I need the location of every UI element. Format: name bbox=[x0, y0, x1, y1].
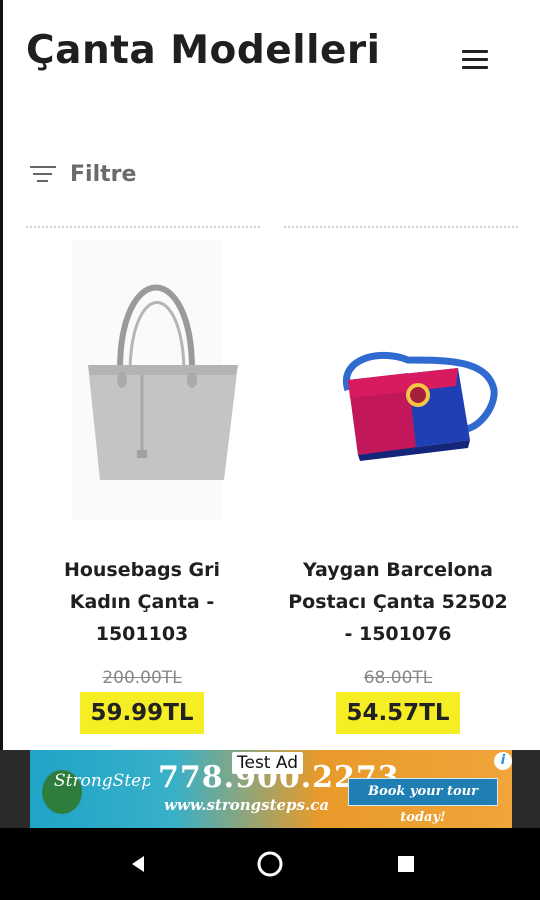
old-price: 68.00TL bbox=[363, 668, 433, 688]
product-name[interactable]: Yaygan Barcelona Postacı Çanta 52502 - 1… bbox=[278, 554, 518, 650]
recents-icon[interactable] bbox=[390, 848, 422, 880]
filter-button[interactable]: Filtre bbox=[30, 156, 136, 192]
price-badge: 54.57TL bbox=[336, 692, 460, 734]
system-navbar bbox=[0, 828, 540, 900]
product-card[interactable]: Housebags Gri Kadın Çanta - 1501103 200.… bbox=[22, 240, 262, 734]
app-header: Çanta Modelleri bbox=[0, 0, 540, 120]
gray-tote-bag-image[interactable] bbox=[42, 240, 242, 520]
svg-text:StrongSteps: StrongSteps bbox=[54, 771, 150, 791]
old-price: 200.00TL bbox=[102, 668, 182, 688]
ad-choices-icon[interactable]: i bbox=[494, 752, 512, 770]
divider bbox=[26, 226, 260, 228]
page-title: Çanta Modelleri bbox=[26, 28, 381, 73]
ad-banner[interactable]: StrongSteps 778.900.2273 www.strongsteps… bbox=[0, 750, 540, 828]
hamburger-icon[interactable] bbox=[462, 50, 488, 70]
barcelona-messenger-bag-image[interactable] bbox=[298, 240, 498, 520]
home-icon[interactable] bbox=[254, 848, 286, 880]
screen: Çanta Modelleri Filtre Housebags Gri Kad… bbox=[0, 0, 540, 900]
divider bbox=[284, 226, 518, 228]
product-card[interactable]: Yaygan Barcelona Postacı Çanta 52502 - 1… bbox=[278, 240, 518, 734]
test-ad-label: Test Ad bbox=[232, 752, 304, 774]
product-name[interactable]: Housebags Gri Kadın Çanta - 1501103 bbox=[22, 554, 262, 650]
back-icon[interactable] bbox=[122, 848, 154, 880]
ad-url: www.strongsteps.ca bbox=[164, 796, 330, 814]
strongsteps-logo: StrongSteps bbox=[40, 760, 161, 818]
price-badge: 59.99TL bbox=[80, 692, 204, 734]
filter-icon bbox=[30, 164, 56, 184]
ad-cta-button[interactable]: Book your tour today! bbox=[348, 778, 498, 825]
filter-label: Filtre bbox=[70, 161, 137, 187]
